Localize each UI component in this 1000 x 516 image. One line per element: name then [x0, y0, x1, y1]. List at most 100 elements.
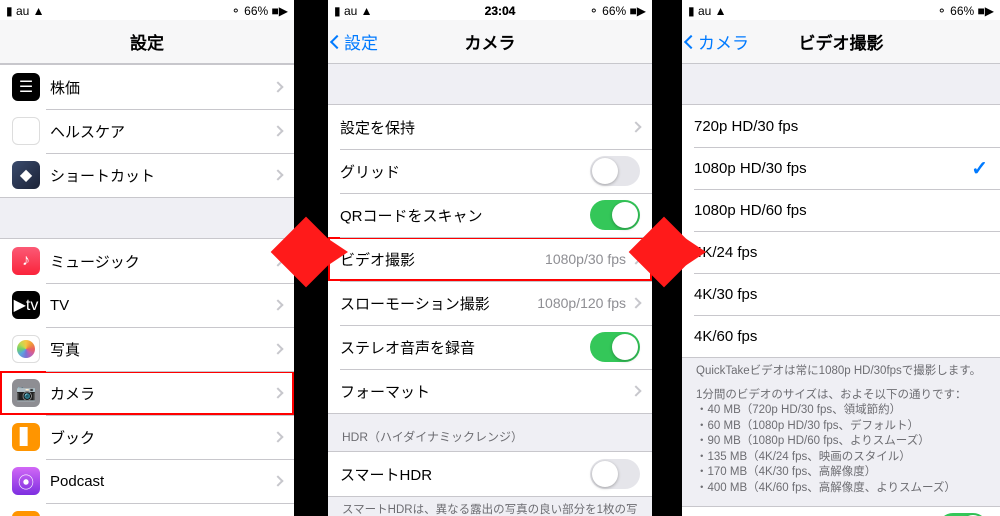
settings-row-tv[interactable]: ▶tv TV [0, 283, 294, 327]
row-preserve[interactable]: 設定を保持 [328, 105, 652, 149]
row-label: 写真 [50, 339, 274, 360]
row-label: 4K/30 fps [694, 286, 988, 303]
option-4k30[interactable]: 4K/30 fps [682, 273, 1000, 315]
page-title: ビデオ撮影 [799, 29, 884, 54]
settings-row-shortcuts[interactable]: ◆ ショートカット [0, 153, 294, 197]
chevron-right-icon [272, 431, 283, 442]
video-record-screen: ▮ au ▲ 23:04 ⚬ 66% ■▶ カメラ ビデオ撮影 720p HD/… [682, 0, 1000, 516]
section-header-hdr: HDR（ハイダイナミックレンジ） [328, 414, 652, 451]
navbar: カメラ ビデオ撮影 [682, 20, 1000, 64]
row-grid[interactable]: グリッド [328, 149, 652, 193]
row-label: ビデオ撮影 [340, 249, 545, 270]
status-bar: ▮ au ▲ 23:04 ⚬ 66% ■▶ [682, 0, 1000, 20]
row-label: スローモーション撮影 [340, 293, 537, 314]
row-label: スマートHDR [340, 464, 590, 485]
row-label: 4K/60 fps [694, 328, 988, 345]
toggle-smarthdr[interactable] [590, 459, 640, 489]
row-label: グリッド [340, 161, 590, 182]
navbar: 設定 カメラ [328, 20, 652, 64]
size-note-line: 90 MB（1080p HD/60 fps、よりスムーズ） [696, 434, 986, 450]
row-label: フォーマット [340, 381, 632, 402]
size-note-line: 60 MB（1080p HD/30 fps、デフォルト） [696, 419, 986, 435]
size-note-line: 400 MB（4K/60 fps、高解像度、よりスムーズ） [696, 481, 986, 497]
row-qrscan[interactable]: QRコードをスキャン [328, 193, 652, 237]
row-label: 4K/24 fps [694, 244, 988, 261]
row-label: 1080p HD/30 fps [694, 160, 971, 177]
row-label: 720p HD/30 fps [694, 118, 988, 135]
checkmark-icon: ✓ [971, 156, 988, 181]
chevron-right-icon [630, 297, 641, 308]
row-value: 1080p/30 fps [545, 251, 626, 267]
row-slomo[interactable]: スローモーション撮影1080p/120 fps [328, 281, 652, 325]
chevron-right-icon [272, 169, 283, 180]
itunesu-icon: 🎓 [12, 511, 40, 516]
row-label: ショートカット [50, 165, 274, 186]
row-label: QRコードをスキャン [340, 205, 590, 226]
option-1080p30[interactable]: 1080p HD/30 fps✓ [682, 147, 1000, 189]
row-label: ステレオ音声を録音 [340, 337, 590, 358]
chevron-right-icon [272, 387, 283, 398]
size-note-line: 40 MB（720p HD/30 fps、領域節約） [696, 403, 986, 419]
video-record-list[interactable]: 720p HD/30 fps 1080p HD/30 fps✓ 1080p HD/6… [682, 64, 1000, 516]
settings-row-camera[interactable]: 📷 カメラ [0, 371, 294, 415]
stocks-icon: ☰ [12, 73, 40, 101]
smarthdr-note: スマートHDRは、異なる露出の写真の良い部分を1枚の写真にインテリジェントに合成… [328, 497, 652, 516]
row-smarthdr[interactable]: スマートHDR [328, 452, 652, 496]
navbar: 設定 [0, 20, 294, 64]
chevron-right-icon [630, 121, 641, 132]
chevron-left-icon [330, 34, 344, 48]
chevron-right-icon [272, 299, 283, 310]
photos-icon [12, 335, 40, 363]
row-auto-low-light-fps[interactable]: 自動低照度FPS [682, 507, 1000, 516]
row-label: カメラ [50, 383, 274, 404]
back-button[interactable]: カメラ [686, 20, 749, 63]
camera-settings-screen: ▮ au ▲ 23:04 ⚬ 66% ■▶ 設定 カメラ 設定を保持グリッドQR… [328, 0, 652, 516]
settings-screen: ▮ au ▲ 23:04 ⚬ 66% ■▶ 設定 ☰株価♥ヘルスケア◆ショートカ… [0, 0, 294, 516]
toggle-grid[interactable] [590, 156, 640, 186]
chevron-right-icon [272, 125, 283, 136]
chevron-left-icon [684, 34, 698, 48]
row-video[interactable]: ビデオ撮影1080p/30 fps [328, 237, 652, 281]
row-label: 1080p HD/60 fps [694, 202, 988, 219]
row-label: 株価 [50, 77, 274, 98]
settings-row-music[interactable]: ♪ ミュージック [0, 239, 294, 283]
row-label: ブック [50, 427, 274, 448]
camera-settings-list[interactable]: 設定を保持グリッドQRコードをスキャンビデオ撮影1080p/30 fpsスローモ… [328, 64, 652, 516]
music-icon: ♪ [12, 247, 40, 275]
settings-row-itunesu[interactable]: 🎓iTunes U [0, 503, 294, 516]
toggle-stereo[interactable] [590, 332, 640, 362]
row-stereo[interactable]: ステレオ音声を録音 [328, 325, 652, 369]
books-icon: ▋ [12, 423, 40, 451]
back-button[interactable]: 設定 [332, 20, 378, 63]
option-720p30[interactable]: 720p HD/30 fps [682, 105, 1000, 147]
row-label: TV [50, 297, 274, 314]
settings-row-books[interactable]: ▋ ブック [0, 415, 294, 459]
option-4k60[interactable]: 4K/60 fps [682, 315, 1000, 357]
quicktake-note: QuickTakeビデオは常に1080p HD/30fpsで撮影します。 1分間… [682, 358, 1000, 506]
page-title: カメラ [465, 29, 516, 54]
chevron-right-icon [272, 81, 283, 92]
toggle-qrscan[interactable] [590, 200, 640, 230]
size-note-line: 135 MB（4K/24 fps、映画のスタイル） [696, 450, 986, 466]
size-note-line: 170 MB（4K/30 fps、高解像度） [696, 465, 986, 481]
settings-row-stocks[interactable]: ☰ 株価 [0, 65, 294, 109]
page-title: 設定 [130, 29, 164, 54]
battery-icon: ■▶ [978, 4, 994, 18]
settings-row-health[interactable]: ♥ ヘルスケア [0, 109, 294, 153]
tv-icon: ▶tv [12, 291, 40, 319]
health-icon: ♥ [12, 117, 40, 145]
row-label: 設定を保持 [340, 117, 632, 138]
settings-row-podcast[interactable]: ⦿Podcast [0, 459, 294, 503]
row-formats[interactable]: フォーマット [328, 369, 652, 413]
podcast-icon: ⦿ [12, 467, 40, 495]
chevron-right-icon [630, 385, 641, 396]
shortcuts-icon: ◆ [12, 161, 40, 189]
settings-list[interactable]: ☰ 株価 ♥ ヘルスケア ◆ ショートカット ♪ ミュージック ▶tv TV 写真 📷 カメラ ▋ ブック ⦿… [0, 64, 294, 516]
option-1080p60[interactable]: 1080p HD/60 fps [682, 189, 1000, 231]
row-label: ミュージック [50, 251, 274, 272]
settings-row-photos[interactable]: 写真 [0, 327, 294, 371]
row-value: 1080p/120 fps [537, 295, 626, 311]
option-4k24[interactable]: 4K/24 fps [682, 231, 1000, 273]
row-label: ヘルスケア [50, 121, 274, 142]
camera-icon: 📷 [12, 379, 40, 407]
